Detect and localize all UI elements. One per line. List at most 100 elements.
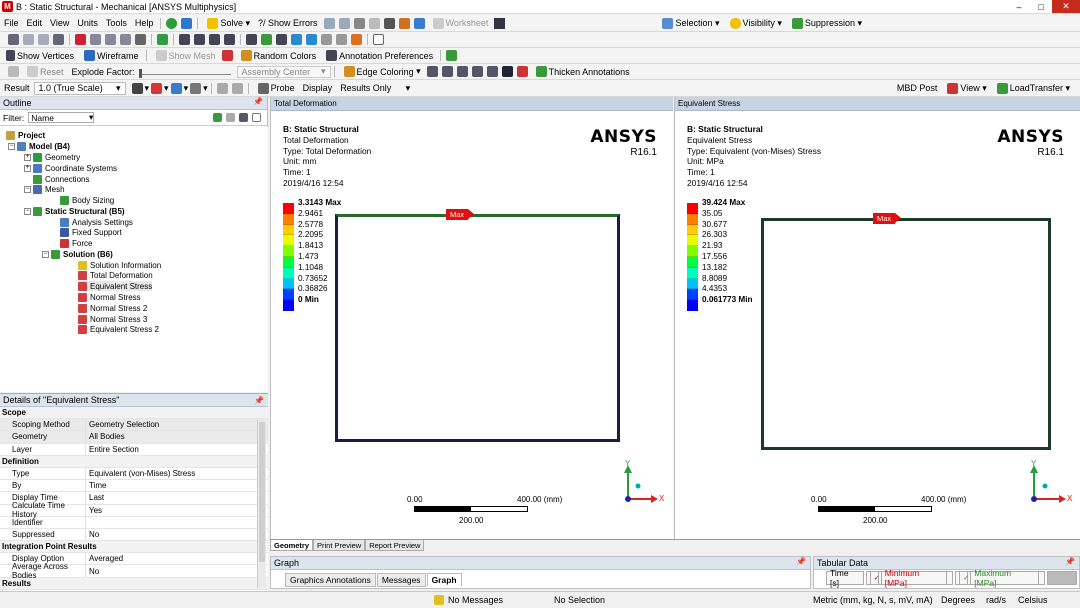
node-icon[interactable] [135, 34, 146, 45]
details-row[interactable]: Calculate Time History Yes [0, 501, 268, 519]
assembly-center-select[interactable]: Assembly Center ▾ [236, 65, 331, 78]
tree-node-solution-information[interactable]: Solution Information [78, 260, 161, 270]
pin-icon[interactable]: 📌 [1065, 557, 1075, 566]
menu-tools[interactable]: Tools [102, 15, 131, 31]
solve-button[interactable]: Solve ▾ [201, 15, 254, 31]
close-button[interactable]: ✕ [1052, 0, 1080, 13]
copy-icon[interactable] [323, 17, 335, 29]
details-value[interactable]: Equivalent (von-Mises) Stress [86, 468, 268, 479]
expand-icon[interactable] [252, 113, 261, 122]
tree-node-normal-stress-3[interactable]: Normal Stress 3 [78, 314, 147, 324]
messages-status[interactable]: No Messages [434, 595, 503, 605]
model-body[interactable] [335, 214, 620, 442]
details-row[interactable]: Average Across Bodies No [0, 562, 268, 580]
body-icon[interactable] [120, 34, 131, 45]
menu-help[interactable]: Help [131, 15, 158, 31]
tree-node-body-sizing[interactable]: Body Sizing [60, 195, 114, 205]
extend-icon[interactable] [157, 34, 168, 45]
viewport-total-deformation[interactable]: Total Deformation B: Static Structural T… [270, 97, 673, 539]
column-maximum[interactable]: ✓ Maximum [MPa] [955, 568, 1046, 588]
expand-toggle-icon[interactable]: + [24, 153, 31, 161]
worksheet-button[interactable]: Worksheet [427, 15, 493, 31]
edge-style-icon[interactable] [471, 66, 483, 77]
tree-node-project[interactable]: Project [6, 130, 45, 140]
thicken-annotations-button[interactable]: Thicken Annotations [530, 64, 634, 79]
details-scrollbar[interactable] [257, 420, 266, 588]
duplicate-icon[interactable] [181, 17, 193, 29]
mbd-post-button[interactable]: MBD Post [893, 80, 942, 96]
axes-icon[interactable] [221, 50, 233, 61]
tree-filter-icon[interactable] [239, 113, 248, 122]
check-icon[interactable] [166, 17, 178, 29]
viewport-equivalent-stress[interactable]: Equivalent Stress B: Static Structural E… [674, 97, 1080, 539]
show-mesh-button[interactable]: Show Mesh [150, 48, 220, 63]
select-mode-icon[interactable] [53, 34, 64, 45]
details-value[interactable]: Averaged [86, 553, 268, 564]
viewport-layout-icon[interactable] [373, 34, 384, 45]
menu-view[interactable]: View [46, 15, 73, 31]
details-group[interactable]: Definition [0, 455, 268, 468]
tree-node-equivalent-stress[interactable]: Equivalent Stress [78, 281, 153, 291]
details-row[interactable]: Identifier [0, 516, 268, 529]
details-value[interactable]: All Bodies [86, 431, 268, 443]
details-row[interactable]: Geometry All Bodies [0, 431, 268, 444]
show-errors-button[interactable]: ?/ Show Errors [254, 15, 322, 31]
suppression-button[interactable]: Suppression ▾ [786, 15, 866, 31]
image-icon[interactable] [398, 17, 410, 29]
scrollbar-thumb[interactable] [259, 422, 265, 562]
annotation-preferences-button[interactable]: Annotation Preferences [320, 48, 437, 63]
magnifier-icon[interactable] [276, 34, 287, 45]
selection-button[interactable]: Selection ▾ [656, 15, 723, 31]
vertex-icon[interactable] [75, 34, 86, 45]
collapse-toggle-icon[interactable]: − [24, 207, 31, 215]
details-value[interactable]: Entire Section [86, 444, 268, 455]
display-select[interactable]: Results Only ▾ [336, 82, 414, 95]
report-icon[interactable] [413, 17, 425, 29]
pin-icon[interactable] [501, 66, 513, 77]
checkbox-checked-icon[interactable]: ✓ [959, 571, 969, 585]
min-icon[interactable] [231, 82, 243, 94]
tab-report-preview[interactable]: Report Preview [365, 540, 425, 551]
explode-factor-slider[interactable] [138, 68, 231, 78]
model-body[interactable] [761, 218, 1051, 450]
details-value[interactable]: No [86, 565, 268, 576]
collapse-toggle-icon[interactable]: − [24, 185, 31, 193]
edge-style-icon[interactable] [441, 66, 453, 77]
face-icon[interactable] [105, 34, 116, 45]
slider-thumb[interactable] [138, 69, 142, 78]
minimize-button[interactable]: – [1008, 0, 1030, 13]
details-value[interactable] [86, 517, 268, 528]
zoom-fit-icon[interactable] [246, 34, 257, 45]
tab-print-preview[interactable]: Print Preview [313, 540, 366, 551]
tree-node-normal-stress[interactable]: Normal Stress [78, 292, 141, 302]
menu-file[interactable]: File [0, 15, 23, 31]
tree-node-equivalent-stress-2[interactable]: Equivalent Stress 2 [78, 324, 159, 334]
tree-node-model[interactable]: − Model (B4) [8, 141, 70, 151]
tag-icon[interactable] [351, 34, 362, 45]
tab-messages[interactable]: Messages [376, 573, 426, 587]
details-row[interactable]: Scoping Method Geometry Selection [0, 419, 268, 432]
collapse-toggle-icon[interactable]: − [8, 142, 15, 150]
details-row[interactable]: Type Equivalent (von-Mises) Stress [0, 467, 268, 481]
maximize-button[interactable]: □ [1030, 0, 1052, 13]
display-mode-icon[interactable] [170, 82, 182, 94]
pin-icon[interactable]: 📌 [254, 396, 264, 405]
contour-icon[interactable] [131, 82, 143, 94]
tree-node-coordinate-systems[interactable]: + Coordinate Systems [24, 163, 117, 173]
details-value[interactable]: Time [86, 480, 268, 491]
details-row[interactable]: Suppressed No [0, 528, 268, 542]
explode-icon[interactable] [8, 66, 19, 77]
paste-icon[interactable] [338, 17, 350, 29]
pin-icon[interactable]: 📌 [253, 97, 263, 106]
tree-node-analysis-settings[interactable]: Analysis Settings [60, 217, 133, 227]
details-value[interactable]: Geometry Selection [86, 419, 268, 431]
legend-icon[interactable] [151, 82, 163, 94]
visibility-button[interactable]: Visibility ▾ [724, 15, 786, 31]
edge-icon[interactable] [90, 34, 101, 45]
reset-button[interactable]: Reset [21, 64, 68, 79]
delete-icon[interactable] [353, 17, 365, 29]
expand-all-icon[interactable] [213, 113, 222, 122]
collapse-icon[interactable] [226, 113, 235, 122]
select-point-icon[interactable] [8, 34, 19, 45]
previous-view-icon[interactable] [291, 34, 302, 45]
